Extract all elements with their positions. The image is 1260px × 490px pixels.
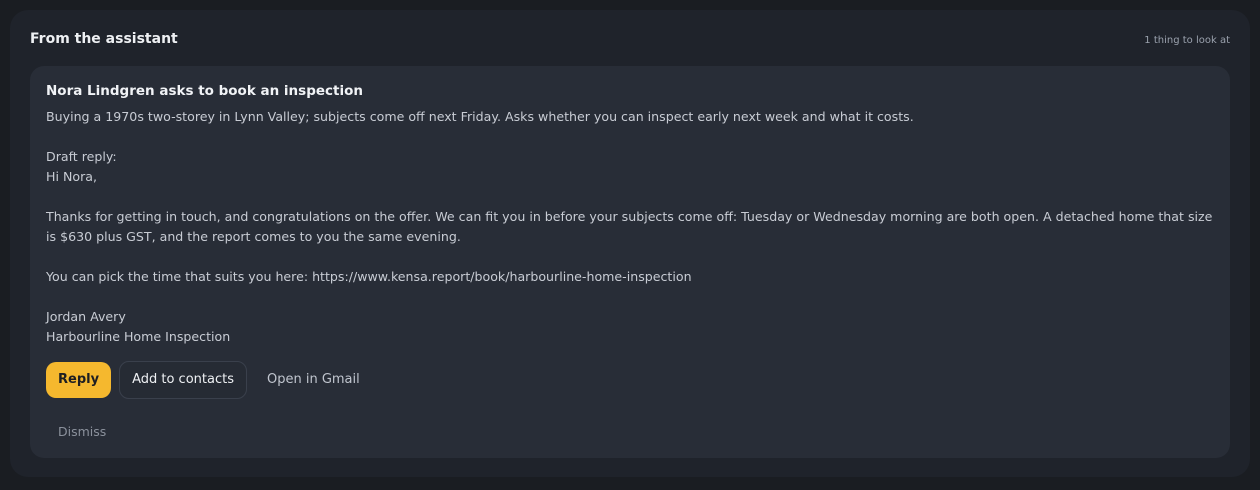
- draft-greeting: Hi Nora,: [46, 169, 97, 184]
- action-bar: Reply Add to contacts Open in Gmail: [46, 360, 368, 399]
- reply-button[interactable]: Reply: [46, 361, 112, 398]
- panel-title: From the assistant: [30, 31, 178, 47]
- open-in-gmail-link[interactable]: Open in Gmail: [259, 372, 368, 387]
- add-to-contacts-button[interactable]: Add to contacts: [119, 360, 247, 399]
- signature-name: Jordan Avery: [46, 309, 126, 324]
- signature-company: Harbourline Home Inspection: [46, 329, 231, 344]
- draft-label: Draft reply:: [46, 149, 117, 164]
- dismiss-button[interactable]: Dismiss: [58, 424, 106, 439]
- suggestion-card: Nora Lindgren asks to book an inspection…: [30, 66, 1230, 458]
- draft-booking-line: You can pick the time that suits you her…: [46, 269, 692, 284]
- draft-paragraph: Thanks for getting in touch, and congrat…: [46, 209, 1213, 244]
- card-body: Buying a 1970s two-storey in Lynn Valley…: [46, 107, 1216, 347]
- assistant-panel: From the assistant 1 thing to look at No…: [10, 10, 1250, 477]
- card-title: Nora Lindgren asks to book an inspection: [46, 83, 363, 99]
- item-count-label: 1 thing to look at: [1144, 35, 1230, 46]
- request-summary: Buying a 1970s two-storey in Lynn Valley…: [46, 109, 914, 124]
